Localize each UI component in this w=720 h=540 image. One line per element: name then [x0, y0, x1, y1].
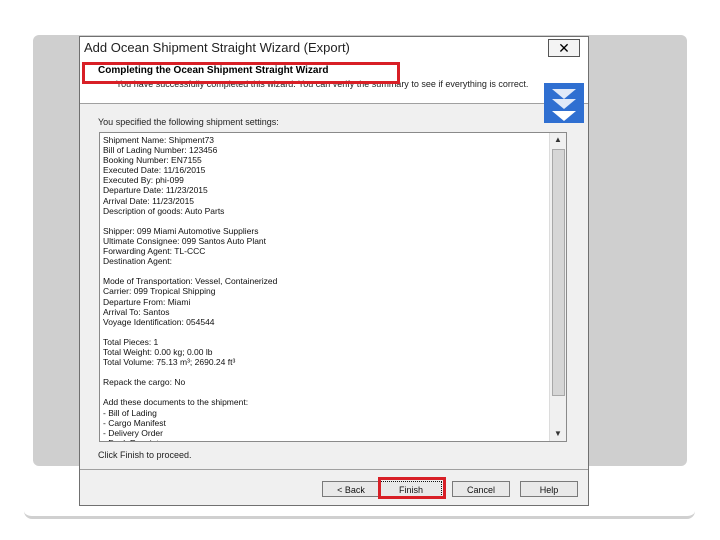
- summary-line: Bill of Lading Number: 123456: [103, 145, 218, 156]
- summary-line: [103, 216, 548, 226]
- summary-line: Arrival Date: 11/23/2015: [103, 195, 195, 206]
- summary-line: Shipper: 099 Miami Automotive Suppliers: [103, 225, 259, 236]
- summary-line: Add these documents to the shipment:: [103, 397, 249, 408]
- summary-line: Carrier: 099 Tropical Shipping: [103, 286, 216, 297]
- button-separator: [80, 469, 588, 470]
- summary-lines: Shipment Name: Shipment73 Bill of Lading …: [103, 135, 548, 441]
- help-button[interactable]: Help: [520, 481, 578, 497]
- finish-highlight-box: [378, 477, 446, 499]
- summary-line: - Cargo Manifest: [103, 417, 166, 428]
- summary-line: - Delivery Order: [103, 427, 163, 438]
- summary-line: - Bill of Lading: [103, 407, 157, 418]
- summary-line: Total Volume: 75.13 m³; 2690.24 ft³: [103, 357, 236, 368]
- summary-line: Mode of Transportation: Vessel, Containe…: [103, 276, 278, 287]
- summary-line: Executed By: phi-099: [103, 175, 184, 186]
- window-title: Add Ocean Shipment Straight Wizard (Expo…: [84, 40, 350, 55]
- summary-line: Repack the cargo: No: [103, 377, 186, 388]
- close-button[interactable]: ✕: [548, 39, 580, 57]
- summary-line: Executed Date: 11/16/2015: [103, 165, 206, 176]
- summary-line: - Dock Receipt: [103, 438, 548, 441]
- vertical-scrollbar[interactable]: ▲ ▼: [549, 133, 566, 441]
- summary-line: Departure Date: 11/23/2015: [103, 185, 208, 196]
- cancel-button[interactable]: Cancel: [452, 481, 510, 497]
- summary-line: [103, 266, 548, 276]
- back-button[interactable]: < Back: [322, 481, 380, 497]
- header-highlight-box: [82, 62, 400, 84]
- scroll-thumb[interactable]: [552, 149, 565, 396]
- summary-line: Destination Agent:: [103, 256, 172, 267]
- summary-line: Booking Number: EN7155: [103, 155, 202, 166]
- scroll-up-arrow-icon[interactable]: ▲: [550, 133, 566, 147]
- summary-line: Departure From: Miami: [103, 296, 191, 307]
- summary-line: [103, 327, 548, 337]
- summary-line: Arrival To: Santos: [103, 306, 170, 317]
- summary-line: Voyage Identification: 054544: [103, 316, 215, 327]
- summary-line: Forwarding Agent: TL-CCC: [103, 246, 206, 257]
- wizard-dialog: Add Ocean Shipment Straight Wizard (Expo…: [79, 36, 589, 506]
- summary-line: Total Weight: 0.00 kg; 0.00 lb: [103, 346, 213, 357]
- summary-line: Shipment Name: Shipment73: [103, 135, 215, 145]
- summary-textbox[interactable]: Shipment Name: Shipment73 Bill of Lading …: [99, 132, 567, 442]
- scroll-down-arrow-icon[interactable]: ▼: [550, 427, 566, 441]
- summary-line: Total Pieces: 1: [103, 336, 159, 347]
- summary-line: [103, 387, 548, 397]
- summary-line: Ultimate Consignee: 099 Santos Auto Plan…: [103, 235, 267, 246]
- summary-intro-label: You specified the following shipment set…: [98, 117, 279, 127]
- footer-hint: Click Finish to proceed.: [98, 450, 192, 460]
- summary-line: [103, 367, 548, 377]
- wizard-arrows-icon: [544, 83, 584, 123]
- title-bar: Add Ocean Shipment Straight Wizard (Expo…: [80, 37, 588, 60]
- summary-line: Description of goods: Auto Parts: [103, 205, 225, 216]
